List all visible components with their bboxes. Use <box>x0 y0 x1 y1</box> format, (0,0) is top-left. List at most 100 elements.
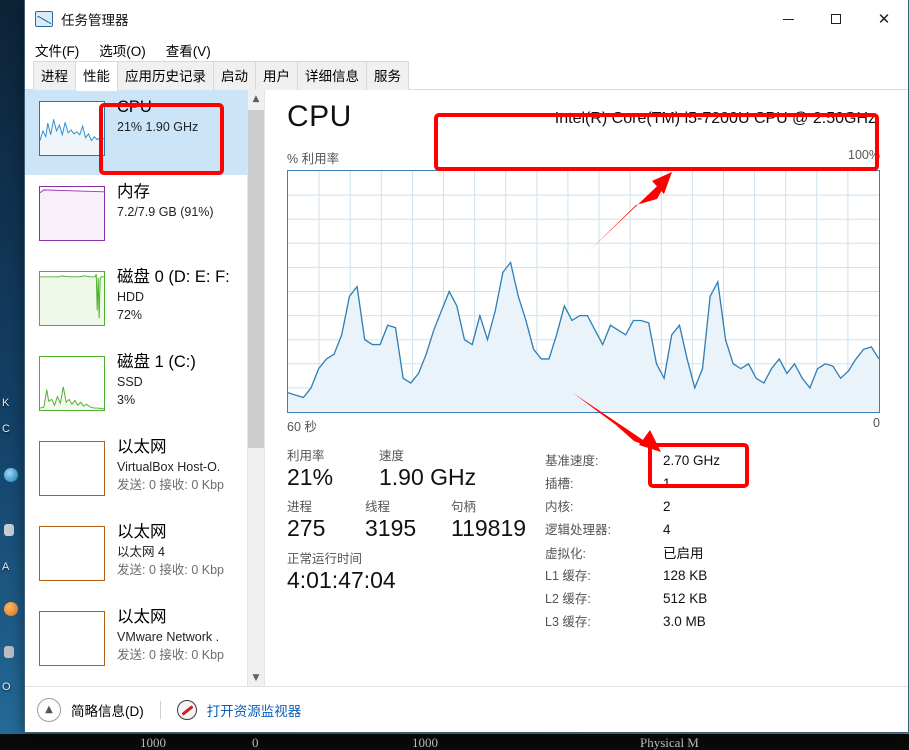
minimize-button[interactable] <box>764 0 812 38</box>
desktop-icon-o[interactable]: O <box>0 676 22 698</box>
sidebar-item-disk-0[interactable]: 磁盘 0 (D: E: F: HDD 72% <box>25 260 264 345</box>
desktop-icon-o-glyph: O <box>2 681 11 693</box>
menu-options[interactable]: 选项(O) <box>97 39 148 61</box>
ethernet-vbox-mini-graph <box>39 441 105 496</box>
desktop-bottom-strip: 1000 0 1000 Physical M <box>0 734 909 750</box>
cpu-utilization-chart-svg <box>288 171 879 412</box>
stat-uptime: 正常运行时间 4:01:47:04 <box>287 552 396 593</box>
info-value-sockets: 1 <box>663 476 671 491</box>
open-resource-monitor-link[interactable]: 打开资源监视器 <box>207 700 302 720</box>
info-row-virtualization: 虚拟化: 已启用 <box>545 542 880 565</box>
sidebar-item-ethernet-virtualbox[interactable]: 以太网 VirtualBox Host-O. 发送: 0 接收: 0 Kbp <box>25 430 264 515</box>
info-value-virtualization: 已启用 <box>663 546 704 561</box>
desktop-icon-folder[interactable] <box>4 524 14 536</box>
info-row-cores: 内核: 2 <box>545 496 880 519</box>
menu-file[interactable]: 文件(F) <box>33 39 81 61</box>
title-bar[interactable]: 任务管理器 ✕ <box>25 0 908 38</box>
tab-details[interactable]: 详细信息 <box>297 61 367 90</box>
tab-app-history[interactable]: 应用历史记录 <box>117 61 214 90</box>
stat-processes-label: 进程 <box>287 500 313 515</box>
cpu-stats-left: 利用率 21% 速度 1.90 GHz 进程 275 线程 3195 句柄 11… <box>287 449 545 634</box>
info-value-cores: 2 <box>663 499 671 514</box>
scroll-up-arrow-icon[interactable]: ▲ <box>248 90 264 107</box>
desktop-icon-k[interactable]: K <box>0 392 22 414</box>
info-value-l2-cache: 512 KB <box>663 591 708 606</box>
page-title: CPU <box>287 100 352 133</box>
info-label-sockets: 插槽: <box>545 477 574 491</box>
scrollbar-thumb[interactable] <box>248 110 264 448</box>
tab-performance[interactable]: 性能 <box>75 61 118 91</box>
desktop-icon-grey[interactable] <box>4 646 14 658</box>
info-value-logical-processors: 4 <box>663 522 671 537</box>
disk1-mini-graph <box>39 356 105 411</box>
stat-handles-value: 119819 <box>451 515 527 542</box>
chart-area-fill <box>288 262 879 412</box>
sidebar-eth-vmware-title: 以太网 <box>117 608 167 626</box>
sidebar-item-cpu[interactable]: CPU 21% 1.90 GHz <box>25 90 264 175</box>
stat-handles-label: 句柄 <box>451 500 477 515</box>
maximize-icon <box>831 14 841 24</box>
menu-bar: 文件(F) 选项(O) 查看(V) <box>25 38 908 62</box>
sidebar-item-ethernet-4[interactable]: 以太网 以太网 4 发送: 0 接收: 0 Kbp <box>25 515 264 600</box>
info-label-logical-processors: 逻辑处理器: <box>545 523 611 537</box>
tab-startup[interactable]: 启动 <box>213 61 256 90</box>
stats-row-3: 正常运行时间 4:01:47:04 <box>287 552 545 593</box>
cpu-info-list: 基准速度: 2.70 GHz 插槽: 1 内核: 2 逻辑处理器: 4 虚拟化:… <box>545 449 880 634</box>
sidebar-item-memory[interactable]: 内存 7.2/7.9 GB (91%) <box>25 175 264 260</box>
desktop-icon-c[interactable]: C <box>0 418 22 440</box>
content-area: CPU 21% 1.90 GHz 内存 7.2/7.9 GB (91%) 磁盘 … <box>25 90 908 686</box>
desktop-icon-orange[interactable] <box>4 602 18 616</box>
menu-view[interactable]: 查看(V) <box>164 39 213 61</box>
memory-mini-graph <box>39 186 105 241</box>
sidebar-disk1-sub2: 3% <box>117 392 136 407</box>
stat-utilization: 利用率 21% <box>287 449 379 490</box>
sidebar-item-ethernet-vmware[interactable]: 以太网 VMware Network . 发送: 0 接收: 0 Kbp <box>25 600 264 685</box>
collapse-chevron-icon[interactable]: ▲ <box>37 697 61 722</box>
scroll-down-arrow-icon[interactable]: ▼ <box>248 669 264 686</box>
resource-list[interactable]: CPU 21% 1.90 GHz 内存 7.2/7.9 GB (91%) 磁盘 … <box>25 90 265 686</box>
task-manager-icon <box>35 11 53 27</box>
stat-speed: 速度 1.90 GHz <box>379 449 476 490</box>
ethernet-vmware-mini-graph <box>39 611 105 666</box>
cpu-utilization-chart <box>287 170 880 413</box>
desktop-label-3: Physical M <box>640 735 699 750</box>
sidebar-cpu-text: CPU 21% 1.90 GHz <box>117 97 198 136</box>
sidebar-disk1-sub1: SSD <box>117 374 143 389</box>
info-label-base-speed: 基准速度: <box>545 454 599 468</box>
tab-users[interactable]: 用户 <box>255 61 298 90</box>
stat-uptime-label: 正常运行时间 <box>287 551 363 566</box>
stat-threads: 线程 3195 <box>365 500 451 541</box>
desktop-label-2: 1000 <box>412 735 438 750</box>
tab-strip: 进程 性能 应用历史记录 启动 用户 详细信息 服务 <box>25 61 908 91</box>
info-value-l1-cache: 128 KB <box>663 568 708 583</box>
memory-mini-graph-svg <box>40 189 104 240</box>
stat-speed-value: 1.90 GHz <box>379 464 477 490</box>
footer-separator <box>159 700 161 719</box>
desktop-icon-a[interactable]: A <box>0 556 22 578</box>
tab-services[interactable]: 服务 <box>366 61 409 90</box>
scrollbar-track[interactable] <box>248 107 264 669</box>
task-manager-window: 任务管理器 ✕ 文件(F) 选项(O) 查看(V) 进程 性能 应用历史记录 启… <box>24 0 909 733</box>
info-row-l1-cache: L1 缓存: 128 KB <box>545 565 880 588</box>
sidebar-eth-vbox-title: 以太网 <box>117 438 167 456</box>
cpu-detail-panel: CPU Intel(R) Core(TM) i5-7200U CPU @ 2.5… <box>265 90 908 686</box>
chart-xlabel-right: 0 <box>873 416 880 430</box>
sidebar-scrollbar[interactable]: ▲ ▼ <box>247 90 264 686</box>
tab-processes[interactable]: 进程 <box>33 61 76 90</box>
chart-ymax-label: 100% <box>848 148 880 162</box>
chart-axis-top: % 利用率 100% <box>287 148 880 167</box>
stat-processes: 进程 275 <box>287 500 365 541</box>
fewer-details-button[interactable]: 简略信息(D) <box>71 700 144 720</box>
sidebar-eth-vmware-text: 以太网 VMware Network . 发送: 0 接收: 0 Kbp <box>117 607 224 664</box>
resource-monitor-icon[interactable] <box>176 699 197 720</box>
info-row-sockets: 插槽: 1 <box>545 473 880 496</box>
close-button[interactable]: ✕ <box>860 0 908 38</box>
sidebar-item-disk-1[interactable]: 磁盘 1 (C:) SSD 3% <box>25 345 264 430</box>
sidebar-eth-vmware-sub2: 发送: 0 接收: 0 Kbp <box>117 647 224 662</box>
maximize-button[interactable] <box>812 0 860 38</box>
disk1-mini-graph-svg <box>40 386 104 410</box>
stats-row-1: 利用率 21% 速度 1.90 GHz <box>287 449 545 490</box>
stat-utilization-value: 21% <box>287 464 334 490</box>
desktop-icon-browser[interactable] <box>4 468 18 482</box>
desktop-label-0: 1000 <box>140 735 166 750</box>
